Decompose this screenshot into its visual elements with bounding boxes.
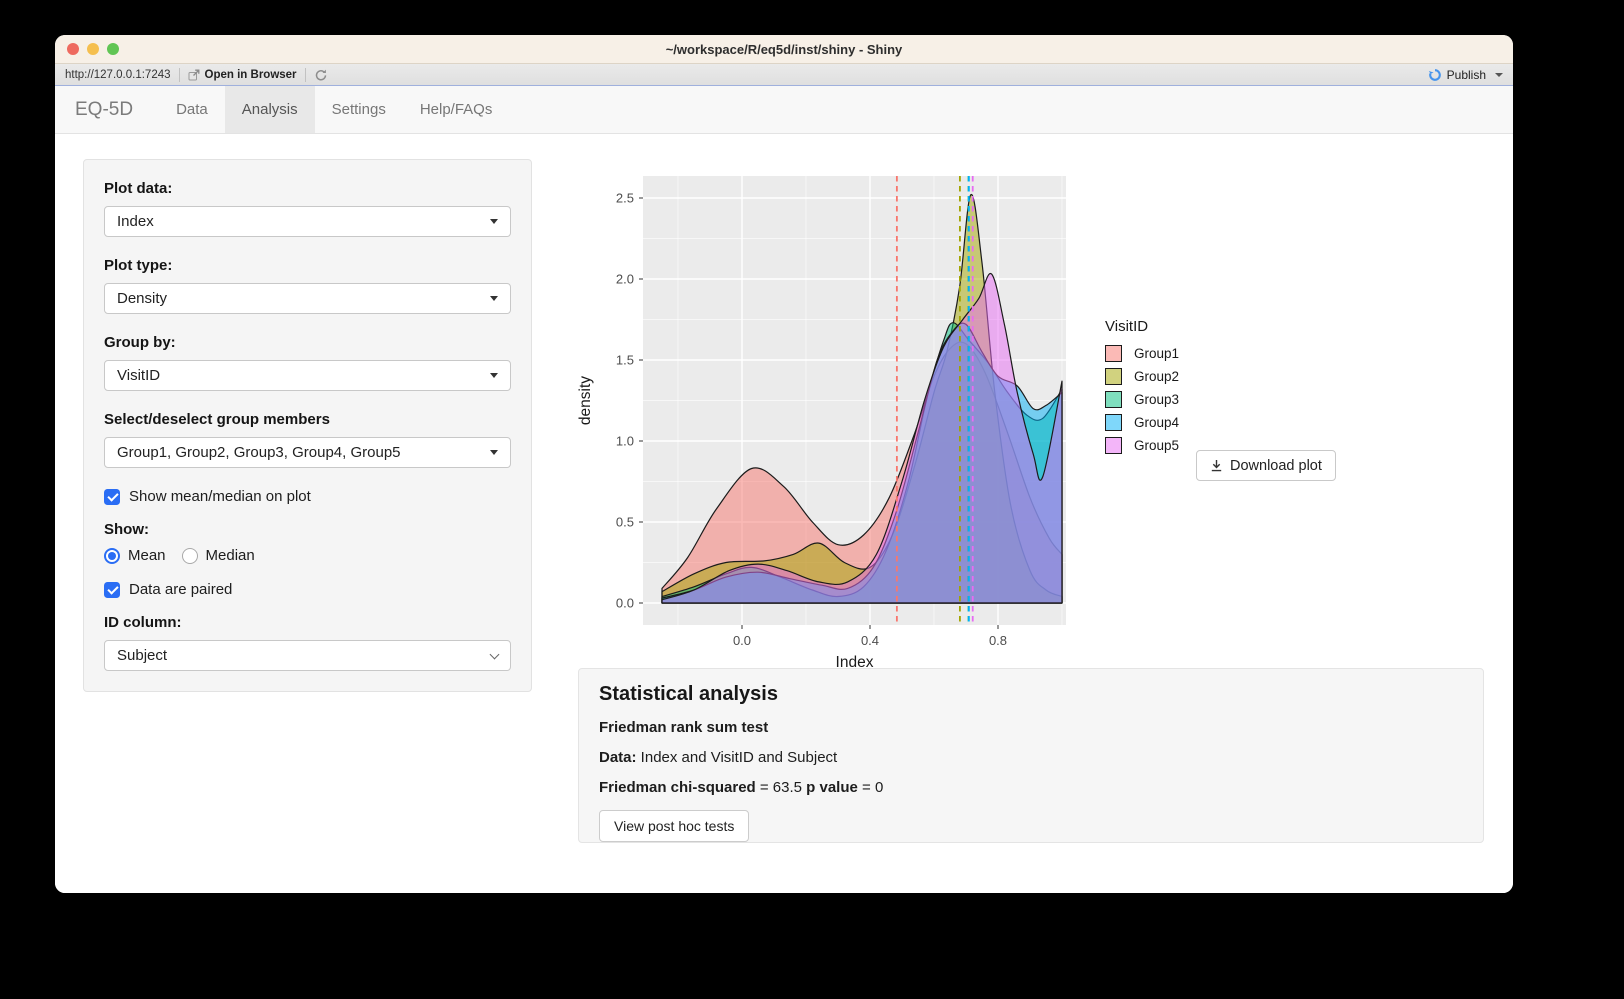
legend-swatch <box>1105 414 1122 431</box>
tab-analysis[interactable]: Analysis <box>225 86 315 133</box>
legend-label: Group2 <box>1134 369 1179 384</box>
url-text: http://127.0.0.1:7243 <box>65 69 171 81</box>
open-in-browser-button[interactable]: Open in Browser <box>188 69 297 81</box>
stats-heading: Statistical analysis <box>599 683 1463 706</box>
dropdown-caret-icon <box>490 219 498 224</box>
tab-helpfaqs[interactable]: Help/FAQs <box>403 86 510 133</box>
screen-background: ~/workspace/R/eq5d/inst/shiny - Shiny ht… <box>0 0 1624 999</box>
legend-swatch <box>1105 368 1122 385</box>
legend-item: Group2 <box>1105 368 1179 385</box>
svg-text:density: density <box>577 376 594 425</box>
navbar-brand[interactable]: EQ-5D <box>55 86 159 133</box>
svg-text:1.0: 1.0 <box>616 434 634 449</box>
refresh-icon[interactable] <box>314 68 328 82</box>
svg-text:0.0: 0.0 <box>616 596 634 611</box>
paired-checkbox[interactable] <box>104 582 120 598</box>
plot-data-dropdown[interactable]: Index <box>104 206 511 237</box>
window-titlebar: ~/workspace/R/eq5d/inst/shiny - Shiny <box>55 35 1513 64</box>
dropdown-caret-icon <box>490 373 498 378</box>
publish-button[interactable]: Publish <box>1428 68 1503 82</box>
app-window: ~/workspace/R/eq5d/inst/shiny - Shiny ht… <box>55 35 1513 893</box>
svg-text:1.5: 1.5 <box>616 353 634 368</box>
dropdown-caret-icon <box>490 450 498 455</box>
svg-text:0.0: 0.0 <box>733 633 751 648</box>
legend-swatch <box>1105 345 1122 362</box>
legend-swatch <box>1105 391 1122 408</box>
toolbar-divider <box>305 68 306 82</box>
legend-item: Group5 <box>1105 437 1179 454</box>
median-radio[interactable] <box>182 548 198 564</box>
stats-test-name: Friedman rank sum test <box>599 719 1463 736</box>
show-mean-median-checkbox-row[interactable]: Show mean/median on plot <box>104 488 511 505</box>
legend-items: Group1 Group2 Group3 Group4 Group5 <box>1105 345 1179 454</box>
id-column-label: ID column: <box>104 614 511 631</box>
legend-label: Group3 <box>1134 392 1179 407</box>
dropdown-caret-icon <box>490 296 498 301</box>
legend-title: VisitID <box>1105 318 1179 335</box>
view-post-hoc-button[interactable]: View post hoc tests <box>599 810 749 842</box>
legend-swatch <box>1105 437 1122 454</box>
tab-data[interactable]: Data <box>159 86 225 133</box>
show-radio-group: Mean Median <box>104 547 511 564</box>
plot-data-label: Plot data: <box>104 180 511 197</box>
legend-label: Group4 <box>1134 415 1179 430</box>
group-members-label: Select/deselect group members <box>104 411 511 428</box>
group-by-label: Group by: <box>104 334 511 351</box>
stats-data-line: Data: Index and VisitID and Subject <box>599 749 1463 766</box>
svg-text:0.4: 0.4 <box>861 633 879 648</box>
viewer-toolbar: http://127.0.0.1:7243 Open in Browser <box>55 64 1513 86</box>
id-column-select[interactable]: Subject <box>104 640 511 671</box>
controls-sidebar: Plot data: Index Plot type: Density Grou… <box>83 159 532 692</box>
paired-checkbox-row[interactable]: Data are paired <box>104 581 511 598</box>
legend-item: Group1 <box>1105 345 1179 362</box>
show-label: Show: <box>104 521 511 538</box>
statistical-analysis-panel: Statistical analysis Friedman rank sum t… <box>578 668 1484 843</box>
mean-radio[interactable] <box>104 548 120 564</box>
plot-type-label: Plot type: <box>104 257 511 274</box>
publish-caret-icon <box>1495 73 1503 77</box>
svg-text:0.8: 0.8 <box>989 633 1007 648</box>
legend-item: Group3 <box>1105 391 1179 408</box>
page-content: Plot data: Index Plot type: Density Grou… <box>55 134 1513 893</box>
select-chevron-icon <box>490 649 500 659</box>
svg-text:2.0: 2.0 <box>616 272 634 287</box>
plot-type-dropdown[interactable]: Density <box>104 283 511 314</box>
group-by-dropdown[interactable]: VisitID <box>104 360 511 391</box>
density-plot: 0.00.40.80.00.51.01.52.02.5Indexdensity <box>575 165 1070 680</box>
window-title: ~/workspace/R/eq5d/inst/shiny - Shiny <box>55 35 1513 64</box>
legend-label: Group1 <box>1134 346 1179 361</box>
svg-text:2.5: 2.5 <box>616 191 634 206</box>
open-in-browser-icon <box>188 69 200 81</box>
download-icon <box>1210 459 1223 472</box>
stats-result-line: Friedman chi-squared = 63.5 p value = 0 <box>599 779 1463 796</box>
publish-icon <box>1428 68 1442 82</box>
svg-text:0.5: 0.5 <box>616 515 634 530</box>
plot-legend: VisitID Group1 Group2 Group3 Group4 Group5 <box>1105 318 1179 460</box>
group-members-dropdown[interactable]: Group1, Group2, Group3, Group4, Group5 <box>104 437 511 468</box>
download-plot-button[interactable]: Download plot <box>1196 450 1336 481</box>
legend-label: Group5 <box>1134 438 1179 453</box>
radio-option-median[interactable]: Median <box>182 547 255 564</box>
toolbar-divider <box>179 68 180 82</box>
legend-item: Group4 <box>1105 414 1179 431</box>
tab-settings[interactable]: Settings <box>315 86 403 133</box>
radio-option-mean[interactable]: Mean <box>104 547 166 564</box>
show-mean-median-checkbox[interactable] <box>104 489 120 505</box>
app-navbar: EQ-5D Data Analysis Settings Help/FAQs <box>55 86 1513 134</box>
